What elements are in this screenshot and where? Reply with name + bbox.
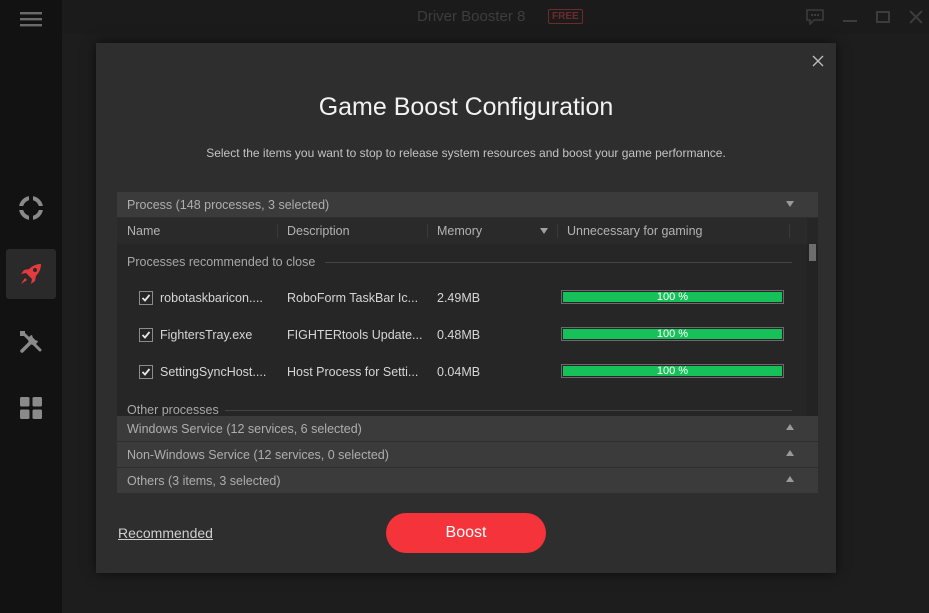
row-checkbox[interactable] [139,365,153,379]
row-description: Host Process for Setti... [287,365,419,379]
table-row[interactable]: robotaskbaricon.... RoboForm TaskBar Ic.… [117,279,807,316]
expand-arrow-icon [786,476,794,482]
section-windows-service[interactable]: Windows Service (12 services, 6 selected… [117,416,818,441]
process-list-scrollbar[interactable] [807,244,818,416]
process-list-panel: Name Description Memory Unnecessary for … [117,218,818,416]
row-description: FIGHTERtools Update... [287,328,423,342]
expand-arrow-icon [786,424,794,430]
unnecessary-progress-bar: 100 % [561,364,784,378]
group-divider [325,262,792,263]
section-non-windows-service-label: Non-Windows Service (12 services, 0 sele… [127,447,389,462]
tools-icon [20,331,42,353]
minimize-button[interactable] [839,6,861,28]
game-boost-config-dialog: Game Boost Configuration Select the item… [96,43,836,573]
section-others[interactable]: Others (3 items, 3 selected) [117,468,818,493]
expand-arrow-icon [786,450,794,456]
section-windows-service-label: Windows Service (12 services, 6 selected… [127,421,362,436]
rocket-icon [21,264,41,284]
section-process[interactable]: Process (148 processes, 3 selected) [117,192,818,217]
progress-label: 100 % [656,291,689,303]
dialog-subtitle: Select the items you want to stop to rel… [206,146,726,160]
column-header-row: Name Description Memory Unnecessary for … [117,218,807,244]
column-separator [427,224,428,238]
row-name: SettingSyncHost.... [160,365,267,379]
menu-button[interactable] [6,0,56,38]
feedback-icon [806,9,824,25]
recommended-link[interactable]: Recommended [118,525,213,541]
row-memory: 2.49MB [437,291,481,305]
column-separator [557,224,558,238]
nav-action-center[interactable] [6,383,56,433]
nav-driver-update[interactable] [6,183,56,233]
maximize-button[interactable] [872,6,894,28]
dialog-title: Game Boost Configuration [318,93,614,121]
column-name[interactable]: Name [127,224,160,238]
free-badge: FREE [548,9,583,24]
collapse-arrow-icon [786,201,794,207]
group-other-label: Other processes [127,403,219,416]
row-name: robotaskbaricon.... [160,291,263,305]
dialog-close-button[interactable] [808,51,828,71]
section-process-label: Process (148 processes, 3 selected) [127,197,330,212]
feedback-button[interactable] [804,6,826,28]
row-description: RoboForm TaskBar Ic... [287,291,419,305]
hamburger-menu-icon [20,12,42,27]
minimize-icon [843,20,857,22]
checkmark-icon [141,294,151,302]
section-non-windows-service[interactable]: Non-Windows Service (12 services, 0 sele… [117,442,818,467]
nav-game-boost[interactable] [6,249,56,299]
column-unnecessary[interactable]: Unnecessary for gaming [567,224,702,238]
column-memory[interactable]: Memory [437,224,482,238]
sort-descending-icon [540,228,548,234]
unnecessary-progress-bar: 100 % [561,327,784,341]
scrollbar-thumb[interactable] [809,244,816,261]
row-memory: 0.04MB [437,365,481,379]
section-others-label: Others (3 items, 3 selected) [127,473,281,488]
lifebuoy-icon [19,196,43,220]
column-separator [277,224,278,238]
maximize-icon [876,11,890,23]
sidebar [0,0,62,613]
close-icon [909,10,923,24]
progress-label: 100 % [656,365,689,377]
nav-tools[interactable] [6,317,56,367]
window-close-button[interactable] [905,6,927,28]
app-title: Driver Booster 8 [417,8,526,25]
row-memory: 0.48MB [437,328,481,342]
progress-label: 100 % [656,328,689,340]
unnecessary-progress-bar: 100 % [561,290,784,304]
checkmark-icon [141,331,151,339]
row-checkbox[interactable] [139,291,153,305]
column-description[interactable]: Description [287,224,350,238]
group-divider [225,410,792,411]
title-bar: Driver Booster 8 FREE [62,0,929,34]
column-separator [789,224,790,238]
row-name: FightersTray.exe [160,328,253,342]
group-recommended-label: Processes recommended to close [127,255,316,269]
close-icon [812,55,824,67]
row-checkbox[interactable] [139,328,153,342]
table-row[interactable]: FightersTray.exe FIGHTERtools Update... … [117,316,807,353]
checkmark-icon [141,368,151,376]
app-window: Driver Booster 8 FREE Game Boost Configu… [0,0,929,613]
table-row[interactable]: SettingSyncHost.... Host Process for Set… [117,353,807,390]
grid-apps-icon [20,397,42,419]
boost-button[interactable]: Boost [386,513,546,553]
